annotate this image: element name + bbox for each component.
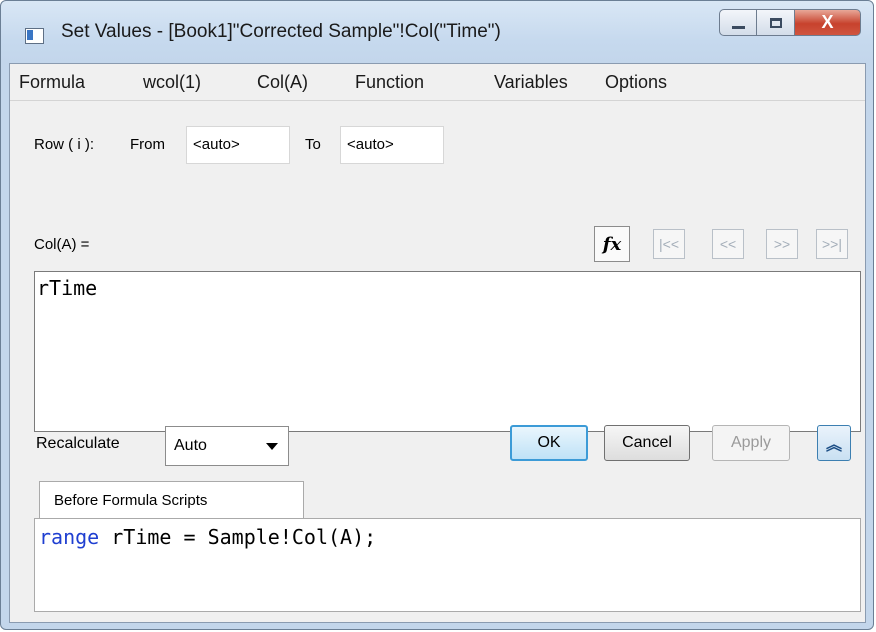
- ok-button[interactable]: OK: [510, 425, 588, 461]
- next-column-button[interactable]: >>: [766, 229, 798, 259]
- app-icon: [25, 28, 44, 44]
- collapse-expand-button[interactable]: ︽: [817, 425, 851, 461]
- tab-before-formula-scripts[interactable]: Before Formula Scripts: [39, 481, 304, 519]
- menu-variables[interactable]: Variables: [494, 72, 568, 93]
- dropdown-arrow-icon: [266, 443, 278, 450]
- fx-search-icon: fx: [602, 233, 622, 255]
- maximize-button[interactable]: [757, 9, 795, 36]
- row-label: Row ( i ):: [34, 136, 94, 153]
- to-field[interactable]: <auto>: [340, 126, 444, 164]
- recalculate-value: Auto: [174, 437, 207, 454]
- menu-formula[interactable]: Formula: [19, 72, 85, 93]
- last-column-button[interactable]: >>|: [816, 229, 848, 259]
- cancel-button[interactable]: Cancel: [604, 425, 690, 461]
- menu-options[interactable]: Options: [605, 72, 667, 93]
- maximize-icon: [769, 17, 782, 28]
- close-button[interactable]: X: [795, 9, 861, 36]
- menu-wcol[interactable]: wcol(1): [143, 72, 201, 93]
- title-bar[interactable]: Set Values - [Book1]"Corrected Sample"!C…: [1, 1, 873, 63]
- script-text: rTime = Sample!Col(A);: [99, 525, 377, 549]
- menu-bar: Formula wcol(1) Col(A) Function Variable…: [10, 64, 865, 101]
- dialog-body: Formula wcol(1) Col(A) Function Variable…: [9, 63, 866, 623]
- first-column-button[interactable]: |<<: [653, 229, 685, 259]
- window-title: Set Values - [Book1]"Corrected Sample"!C…: [61, 21, 501, 42]
- double-chevron-up-icon: ︽: [825, 437, 842, 454]
- formula-col-label: Col(A) =: [34, 236, 90, 253]
- menu-function[interactable]: Function: [355, 72, 424, 93]
- from-label: From: [130, 136, 165, 153]
- before-scripts-editor[interactable]: range rTime = Sample!Col(A);: [34, 518, 861, 612]
- apply-button[interactable]: Apply: [712, 425, 790, 461]
- set-values-dialog: Set Values - [Book1]"Corrected Sample"!C…: [0, 0, 874, 630]
- recalculate-dropdown[interactable]: Auto: [165, 426, 289, 466]
- caption-buttons: X: [719, 9, 861, 36]
- close-icon: X: [821, 12, 834, 32]
- script-keyword: range: [39, 525, 100, 549]
- minimize-icon: [731, 25, 745, 29]
- menu-col[interactable]: Col(A): [257, 72, 308, 93]
- minimize-button[interactable]: [719, 9, 757, 36]
- previous-column-button[interactable]: <<: [712, 229, 744, 259]
- from-field[interactable]: <auto>: [186, 126, 290, 164]
- function-wizard-button[interactable]: fx: [594, 226, 630, 262]
- formula-editor[interactable]: rTime: [34, 271, 861, 432]
- recalculate-label: Recalculate: [36, 435, 120, 452]
- to-label: To: [305, 136, 321, 153]
